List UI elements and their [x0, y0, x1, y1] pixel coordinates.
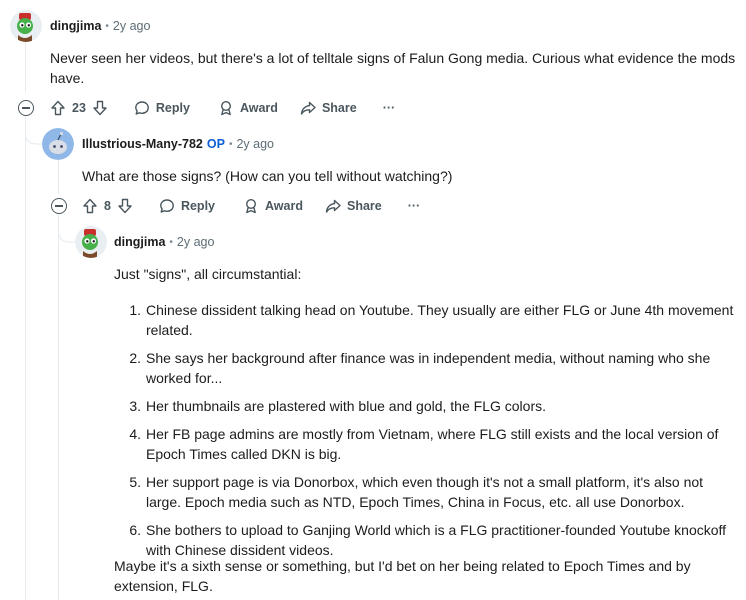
avatar[interactable]	[42, 128, 74, 160]
list-item: 3. Her thumbnails are plastered with blu…	[114, 396, 738, 416]
list-item-text: Chinese dissident talking head on Youtub…	[146, 302, 734, 338]
timestamp[interactable]: 2y ago	[177, 235, 215, 249]
comment-meta: dingjima • 2y ago	[50, 19, 150, 33]
ellipsis-icon: ···	[382, 101, 396, 115]
timestamp[interactable]: 2y ago	[236, 137, 274, 151]
share-arrow-icon	[325, 198, 341, 214]
thread-line-level-2-lower[interactable]	[58, 214, 59, 600]
comment-bubble-icon	[159, 198, 175, 214]
reply-button[interactable]: Reply	[128, 96, 196, 120]
downvote-icon[interactable]	[92, 100, 108, 116]
share-button[interactable]: Share	[294, 96, 363, 120]
author-name[interactable]: dingjima	[114, 235, 165, 249]
list-item-text: Her support page is via Donorbox, which …	[146, 474, 704, 510]
comment-meta: Illustrious-Many-782 OP • 2y ago	[82, 137, 274, 151]
collapse-minus-icon[interactable]	[51, 198, 67, 214]
comment-actions: 23 Reply Award Share ···	[44, 96, 401, 120]
comment-body: What are those signs? (How can you tell …	[82, 168, 453, 184]
comment-actions: 8 Reply Award Share ···	[76, 194, 426, 218]
reply-label: Reply	[155, 101, 190, 115]
share-button[interactable]: Share	[319, 194, 388, 218]
vote-group: 8	[76, 194, 139, 218]
award-button[interactable]: Award	[237, 194, 309, 218]
award-icon	[243, 198, 259, 214]
separator-dot: •	[105, 20, 109, 32]
vote-score: 8	[104, 199, 111, 213]
avatar[interactable]	[10, 10, 42, 42]
upvote-icon[interactable]	[50, 100, 66, 116]
award-label: Award	[239, 101, 278, 115]
vote-score: 23	[72, 101, 86, 115]
thread-connector	[25, 116, 43, 145]
vote-group: 23	[44, 96, 114, 120]
list-item-text: She bothers to upload to Ganjing World w…	[146, 522, 727, 558]
share-label: Share	[321, 101, 357, 115]
timestamp[interactable]: 2y ago	[113, 19, 151, 33]
list-item-text: Her thumbnails are plastered with blue a…	[146, 398, 546, 414]
list-item: 5. Her support page is via Donorbox, whi…	[114, 472, 738, 512]
reply-button[interactable]: Reply	[153, 194, 221, 218]
list-number: 5.	[129, 474, 141, 490]
downvote-icon[interactable]	[117, 198, 133, 214]
list-number: 4.	[129, 426, 141, 442]
separator-dot: •	[169, 236, 173, 248]
list-number: 1.	[129, 302, 141, 318]
author-name[interactable]: dingjima	[50, 19, 101, 33]
thread-line-level-2[interactable]	[58, 160, 59, 194]
list-item: 6. She bothers to upload to Ganjing Worl…	[114, 520, 738, 560]
list-item: 2. She says her background after finance…	[114, 348, 738, 388]
comment-outro: Maybe it's a sixth sense or something, b…	[114, 558, 691, 594]
thread-line-level-1-lower[interactable]	[25, 116, 26, 600]
comment-intro: Just "signs", all circumstantial:	[114, 266, 302, 282]
evidence-list: 1. Chinese dissident talking head on You…	[114, 300, 738, 568]
award-button[interactable]: Award	[212, 96, 284, 120]
list-item-text: She says her background after finance wa…	[146, 350, 711, 386]
avatar[interactable]	[75, 226, 107, 258]
ellipsis-icon: ···	[407, 199, 421, 213]
snoo-avatar-icon	[75, 226, 107, 258]
comment-bubble-icon	[134, 100, 150, 116]
share-label: Share	[346, 199, 382, 213]
share-arrow-icon	[300, 100, 316, 116]
reply-label: Reply	[180, 199, 215, 213]
award-label: Award	[265, 199, 303, 213]
list-number: 3.	[129, 398, 141, 414]
separator-dot: •	[228, 138, 233, 150]
list-item: 4. Her FB page admins are mostly from Vi…	[114, 424, 738, 464]
comment-meta: dingjima • 2y ago	[114, 235, 214, 249]
snoo-avatar-icon	[10, 10, 42, 42]
more-options-button[interactable]: ···	[377, 96, 402, 120]
award-icon	[218, 100, 234, 116]
collapse-minus-icon[interactable]	[18, 100, 34, 116]
upvote-icon[interactable]	[82, 198, 98, 214]
list-number: 6.	[129, 522, 141, 538]
op-badge: OP	[206, 137, 225, 151]
list-item: 1. Chinese dissident talking head on You…	[114, 300, 738, 340]
default-snoo-avatar-icon	[42, 128, 74, 160]
list-item-text: Her FB page admins are mostly from Vietn…	[146, 426, 719, 462]
more-options-button[interactable]: ···	[402, 194, 427, 218]
thread-line-level-1[interactable]	[25, 40, 26, 92]
list-number: 2.	[129, 350, 141, 366]
comment-body: Never seen her videos, but there's a lot…	[50, 50, 736, 86]
author-name[interactable]: Illustrious-Many-782	[82, 137, 203, 151]
